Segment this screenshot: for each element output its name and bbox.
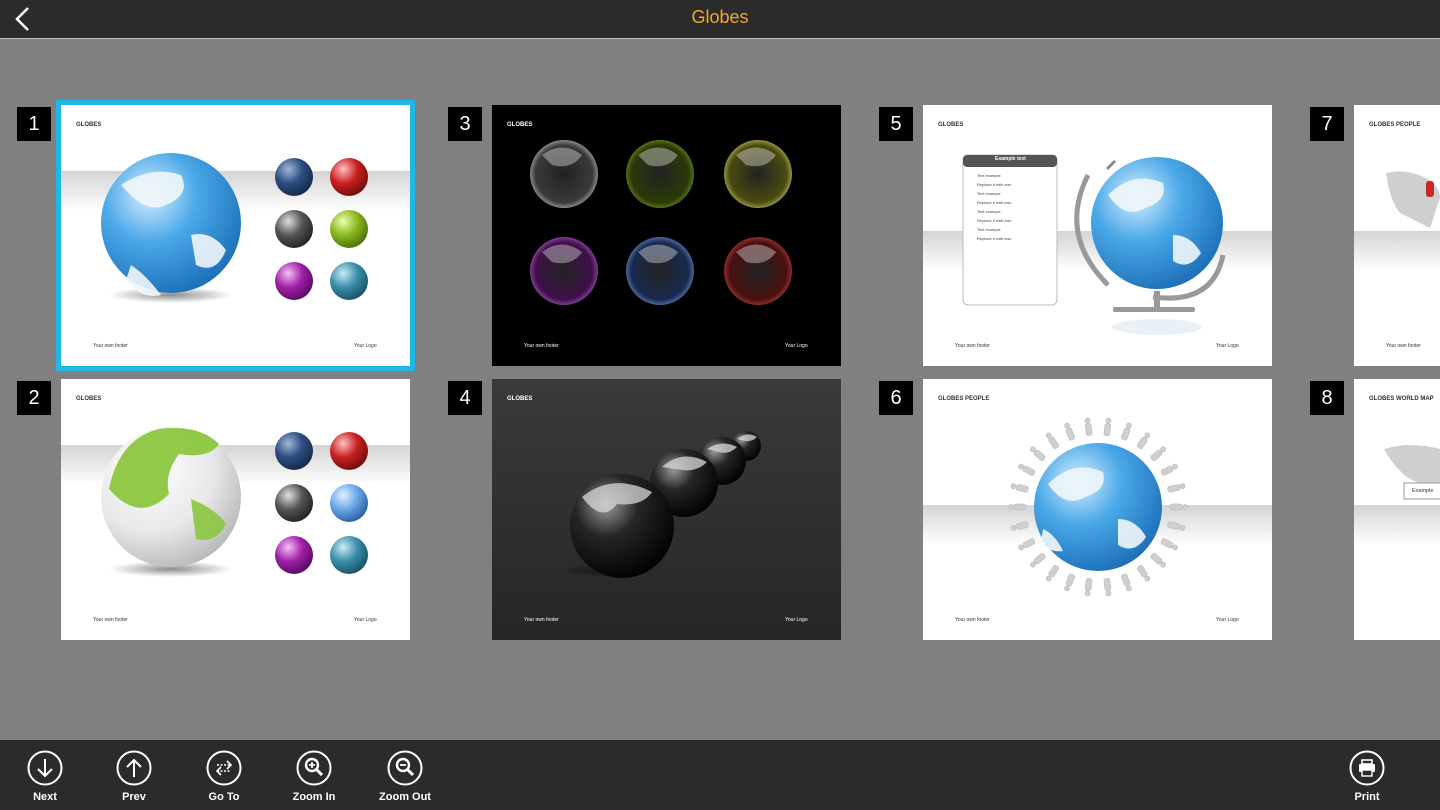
zoom-in-button[interactable]: Zoom In xyxy=(274,750,354,810)
slide-number-8: 8 xyxy=(1310,381,1344,415)
list-item: Replace it with own xyxy=(977,236,1012,241)
slide-6-footer: Your own footer xyxy=(955,617,990,623)
slide-5-box-list: Text example Replace it with own Text ex… xyxy=(977,171,1011,243)
go-to-label: Go To xyxy=(208,791,240,803)
slide-4-preview xyxy=(492,379,841,640)
slide-5-footer: Your own footer xyxy=(955,343,990,349)
slide-5-box-title: Example text xyxy=(995,156,1026,162)
slide-4-footer: Your own footer xyxy=(524,617,559,623)
slide-thumbnail-4[interactable]: GLOBES Your own footer Your Logo xyxy=(492,379,841,640)
slide-6-logo: Your Logo xyxy=(1216,617,1239,623)
zoom-in-icon xyxy=(296,750,332,786)
slide-number-7: 7 xyxy=(1310,107,1344,141)
slide-1-footer: Your own footer xyxy=(93,343,128,349)
go-to-icon xyxy=(206,750,242,786)
print-button[interactable]: Print xyxy=(1327,750,1407,810)
top-app-bar: Globes xyxy=(0,0,1440,39)
slide-thumbnail-7[interactable]: GLOBES PEOPLE Your own footer xyxy=(1354,105,1440,366)
slide-thumbnail-5[interactable]: GLOBES Example text Text example Replace… xyxy=(923,105,1272,366)
slide-8-callout: Example xyxy=(1412,488,1434,494)
slide-2-logo: Your Logo xyxy=(354,617,377,623)
person-figure xyxy=(1169,503,1188,511)
slide-number-1: 1 xyxy=(17,107,51,141)
list-item: Replace it with own xyxy=(977,200,1012,205)
slide-4-logo: Your Logo xyxy=(785,617,808,623)
slide-5-preview xyxy=(923,105,1272,366)
list-item: Replace it with own xyxy=(977,182,1012,187)
slide-3-title: GLOBES xyxy=(507,122,533,128)
slide-6-title: GLOBES PEOPLE xyxy=(938,396,990,402)
slide-1-preview xyxy=(61,105,410,366)
list-item: Text example xyxy=(977,173,1001,178)
slide-thumbnail-2[interactable]: GLOBES Your own footer Your Logo xyxy=(61,379,410,640)
slide-7-preview xyxy=(1354,105,1440,366)
slide-8-preview xyxy=(1354,379,1440,640)
arrow-up-icon xyxy=(116,750,152,786)
zoom-out-button[interactable]: Zoom Out xyxy=(365,750,445,810)
next-button[interactable]: Next xyxy=(5,750,85,810)
slide-8-title: GLOBES WORLD MAP xyxy=(1369,396,1434,402)
slide-5-logo: Your Logo xyxy=(1216,343,1239,349)
slide-number-2: 2 xyxy=(17,381,51,415)
zoom-out-label: Zoom Out xyxy=(379,791,431,803)
list-item: Text example xyxy=(977,227,1001,232)
zoom-out-icon xyxy=(387,750,423,786)
slide-3-footer: Your own footer xyxy=(524,343,559,349)
slide-7-title: GLOBES PEOPLE xyxy=(1369,122,1421,128)
slide-2-title: GLOBES xyxy=(76,396,102,402)
slide-number-3: 3 xyxy=(448,107,482,141)
list-item: Text example xyxy=(977,191,1001,196)
go-to-button[interactable]: Go To xyxy=(184,750,264,810)
list-item: Text example xyxy=(977,209,1001,214)
slide-number-5: 5 xyxy=(879,107,913,141)
slide-thumbnail-6[interactable]: GLOBES PEOPLE Your own footer Your Logo xyxy=(923,379,1272,640)
slide-3-preview xyxy=(492,105,841,366)
slide-6-preview xyxy=(923,379,1272,640)
slide-7-footer: Your own footer xyxy=(1386,343,1421,349)
slide-thumbnail-grid[interactable]: 1 GLOBES Your own footer Your Logo 2 GLO… xyxy=(0,39,1440,740)
slide-1-title: GLOBES xyxy=(76,122,102,128)
print-label: Print xyxy=(1354,791,1380,803)
zoom-in-label: Zoom In xyxy=(292,791,336,803)
slide-thumbnail-8[interactable]: GLOBES WORLD MAP Example xyxy=(1354,379,1440,640)
slide-number-6: 6 xyxy=(879,381,913,415)
slide-thumbnail-3[interactable]: GLOBES Your own footer Your Logo xyxy=(492,105,841,366)
slide-1-logo: Your Logo xyxy=(354,343,377,349)
bottom-app-bar: Next Prev Go To Zoom In Zoom Out Print xyxy=(0,740,1440,810)
slide-thumbnail-1[interactable]: GLOBES Your own footer Your Logo xyxy=(56,100,415,371)
page-title: Globes xyxy=(691,7,749,27)
printer-icon xyxy=(1349,750,1385,786)
slide-3-logo: Your Logo xyxy=(785,343,808,349)
slide-5-title: GLOBES xyxy=(938,122,964,128)
person-figure xyxy=(1008,503,1027,511)
slide-4-title: GLOBES xyxy=(507,396,533,402)
slide-number-4: 4 xyxy=(448,381,482,415)
slide-2-preview xyxy=(61,379,410,640)
arrow-down-icon xyxy=(27,750,63,786)
list-item: Replace it with own xyxy=(977,218,1012,223)
next-label: Next xyxy=(33,791,57,803)
slide-2-footer: Your own footer xyxy=(93,617,128,623)
prev-button[interactable]: Prev xyxy=(94,750,174,810)
prev-label: Prev xyxy=(122,791,146,803)
